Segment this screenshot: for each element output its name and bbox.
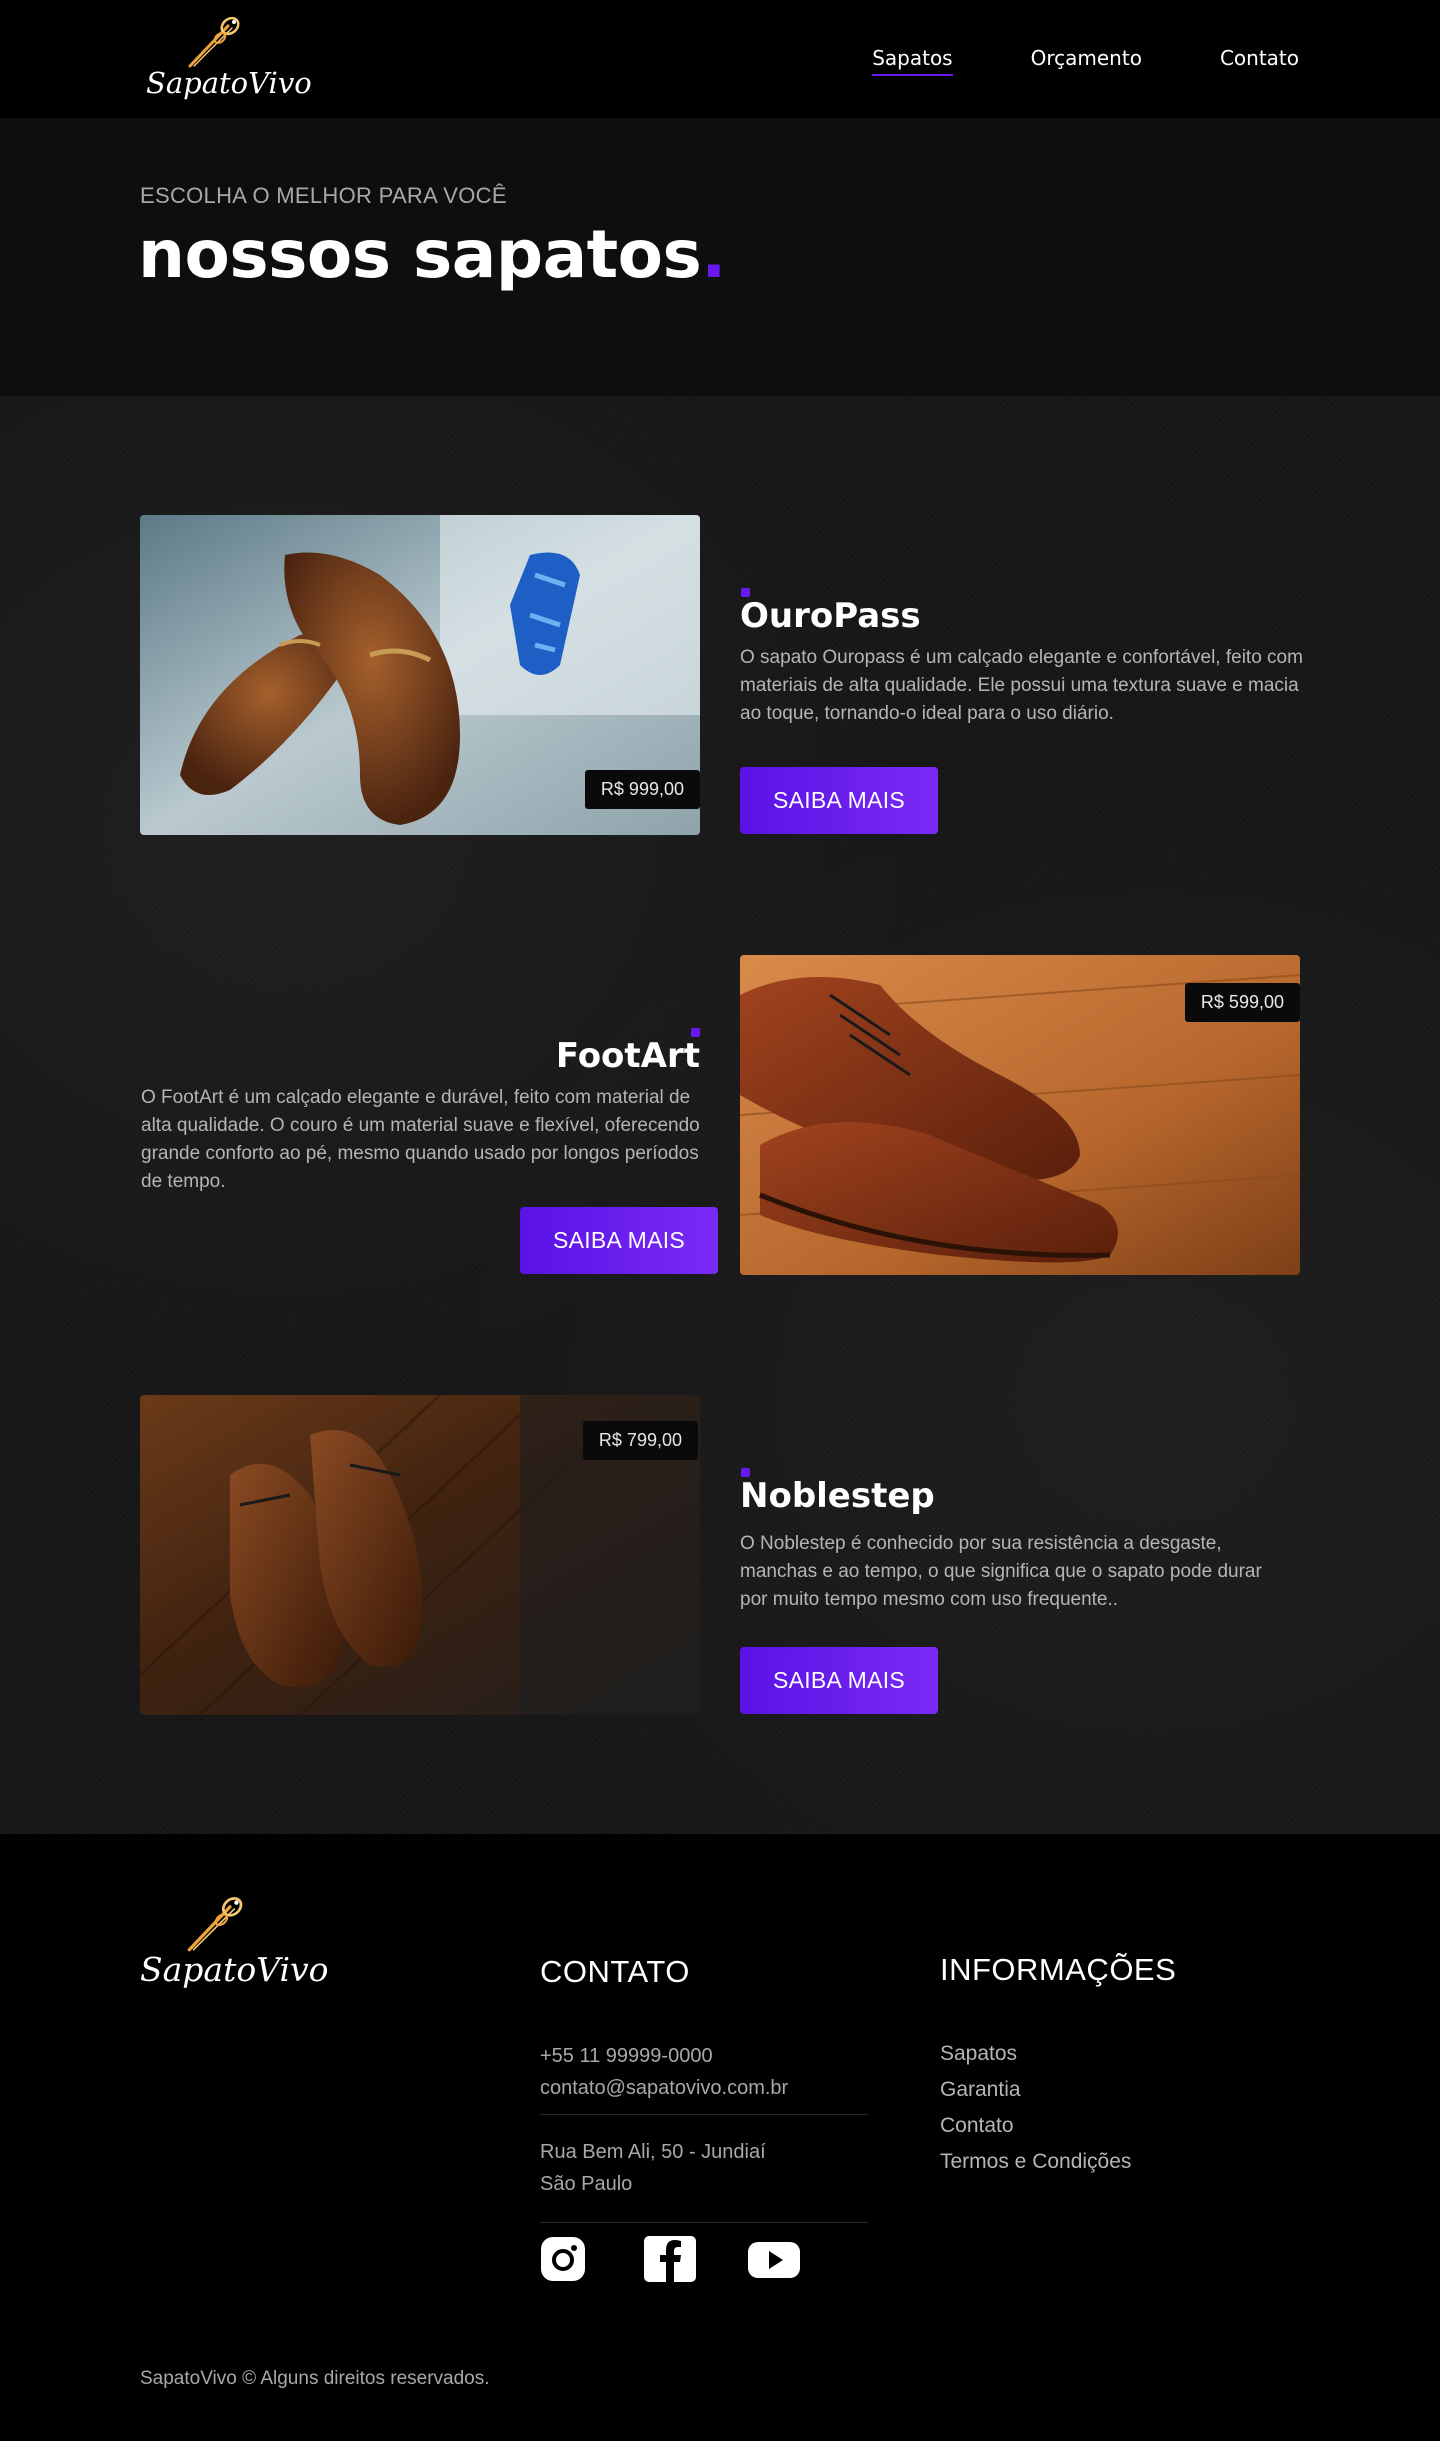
shoe-needle-icon xyxy=(187,1897,243,1952)
nav-orcamento[interactable]: Orçamento xyxy=(1031,46,1142,76)
hero-section: ESCOLHA O MELHOR PARA VOCÊ nossos sapato… xyxy=(0,118,1440,396)
contact-phone: +55 11 99999-0000 xyxy=(540,2045,713,2067)
page-title-text: nossos sapatos xyxy=(138,216,702,293)
product-image-ouropass[interactable]: R$ 999,00 xyxy=(140,515,700,835)
product-image-noblestep[interactable]: R$ 799,00 xyxy=(140,1395,700,1715)
instagram-icon[interactable] xyxy=(540,2236,592,2282)
price-badge: R$ 599,00 xyxy=(1184,983,1300,1022)
address-line-2: São Paulo xyxy=(540,2173,633,2195)
accent-square xyxy=(691,1028,700,1037)
nav-contato[interactable]: Contato xyxy=(1220,46,1299,76)
site-header: SapatoVivo Sapatos Orçamento Contato xyxy=(0,0,1440,118)
saiba-mais-button[interactable]: SAIBA MAIS xyxy=(520,1207,718,1274)
footer-link-termos[interactable]: Termos e Condições xyxy=(940,2144,1131,2180)
product-description: O FootArt é um calçado elegante e duráve… xyxy=(141,1087,700,1192)
product-name: FootArt xyxy=(555,1036,700,1076)
main-nav: Sapatos Orçamento Contato xyxy=(872,46,1299,76)
footer-link-contato[interactable]: Contato xyxy=(940,2108,1131,2144)
shoe-needle-icon xyxy=(188,16,240,68)
price-badge: R$ 999,00 xyxy=(584,770,700,809)
address-line-1: Rua Bem Ali, 50 - Jundiaí xyxy=(540,2141,766,2163)
product-description: O sapato Ouropass é um calçado elegante … xyxy=(740,647,1303,724)
product-name: Noblestep xyxy=(740,1476,935,1516)
info-links: Sapatos Garantia Contato Termos e Condiç… xyxy=(940,2036,1131,2180)
saiba-mais-button[interactable]: SAIBA MAIS xyxy=(740,1647,938,1714)
title-dot: . xyxy=(701,216,726,293)
page-title: nossos sapatos. xyxy=(138,216,726,293)
product-image-footart[interactable]: R$ 599,00 xyxy=(740,955,1300,1275)
site-footer: SapatoVivo CONTATO +55 11 99999-0000 con… xyxy=(0,1834,1440,2441)
contact-email: contato@sapatovivo.com.br xyxy=(540,2077,789,2099)
copyright: SapatoVivo © Alguns direitos reservados. xyxy=(140,2368,490,2389)
footer-logo-text: SapatoVivo xyxy=(140,1950,329,1989)
info-title: INFORMAÇÕES xyxy=(940,1952,1177,1987)
footer-logo[interactable]: SapatoVivo xyxy=(140,1894,329,1994)
nav-sapatos[interactable]: Sapatos xyxy=(872,46,954,76)
product-name: OuroPass xyxy=(740,596,921,636)
logo[interactable]: SapatoVivo xyxy=(146,14,312,104)
product-description: O Noblestep é conhecido por sua resistên… xyxy=(740,1533,1262,1610)
products-section: R$ 999,00 OuroPass O sapato Ouropass é u… xyxy=(0,396,1440,1834)
divider xyxy=(540,2222,868,2223)
footer-link-garantia[interactable]: Garantia xyxy=(940,2072,1131,2108)
saiba-mais-button[interactable]: SAIBA MAIS xyxy=(740,767,938,834)
contact-title: CONTATO xyxy=(540,1954,690,1989)
price-badge: R$ 799,00 xyxy=(582,1421,698,1460)
facebook-icon[interactable] xyxy=(644,2236,696,2282)
youtube-icon[interactable] xyxy=(748,2236,800,2282)
footer-link-sapatos[interactable]: Sapatos xyxy=(940,2036,1131,2072)
divider xyxy=(540,2114,868,2115)
logo-text: SapatoVivo xyxy=(146,66,312,100)
hero-eyebrow: ESCOLHA O MELHOR PARA VOCÊ xyxy=(140,183,507,208)
